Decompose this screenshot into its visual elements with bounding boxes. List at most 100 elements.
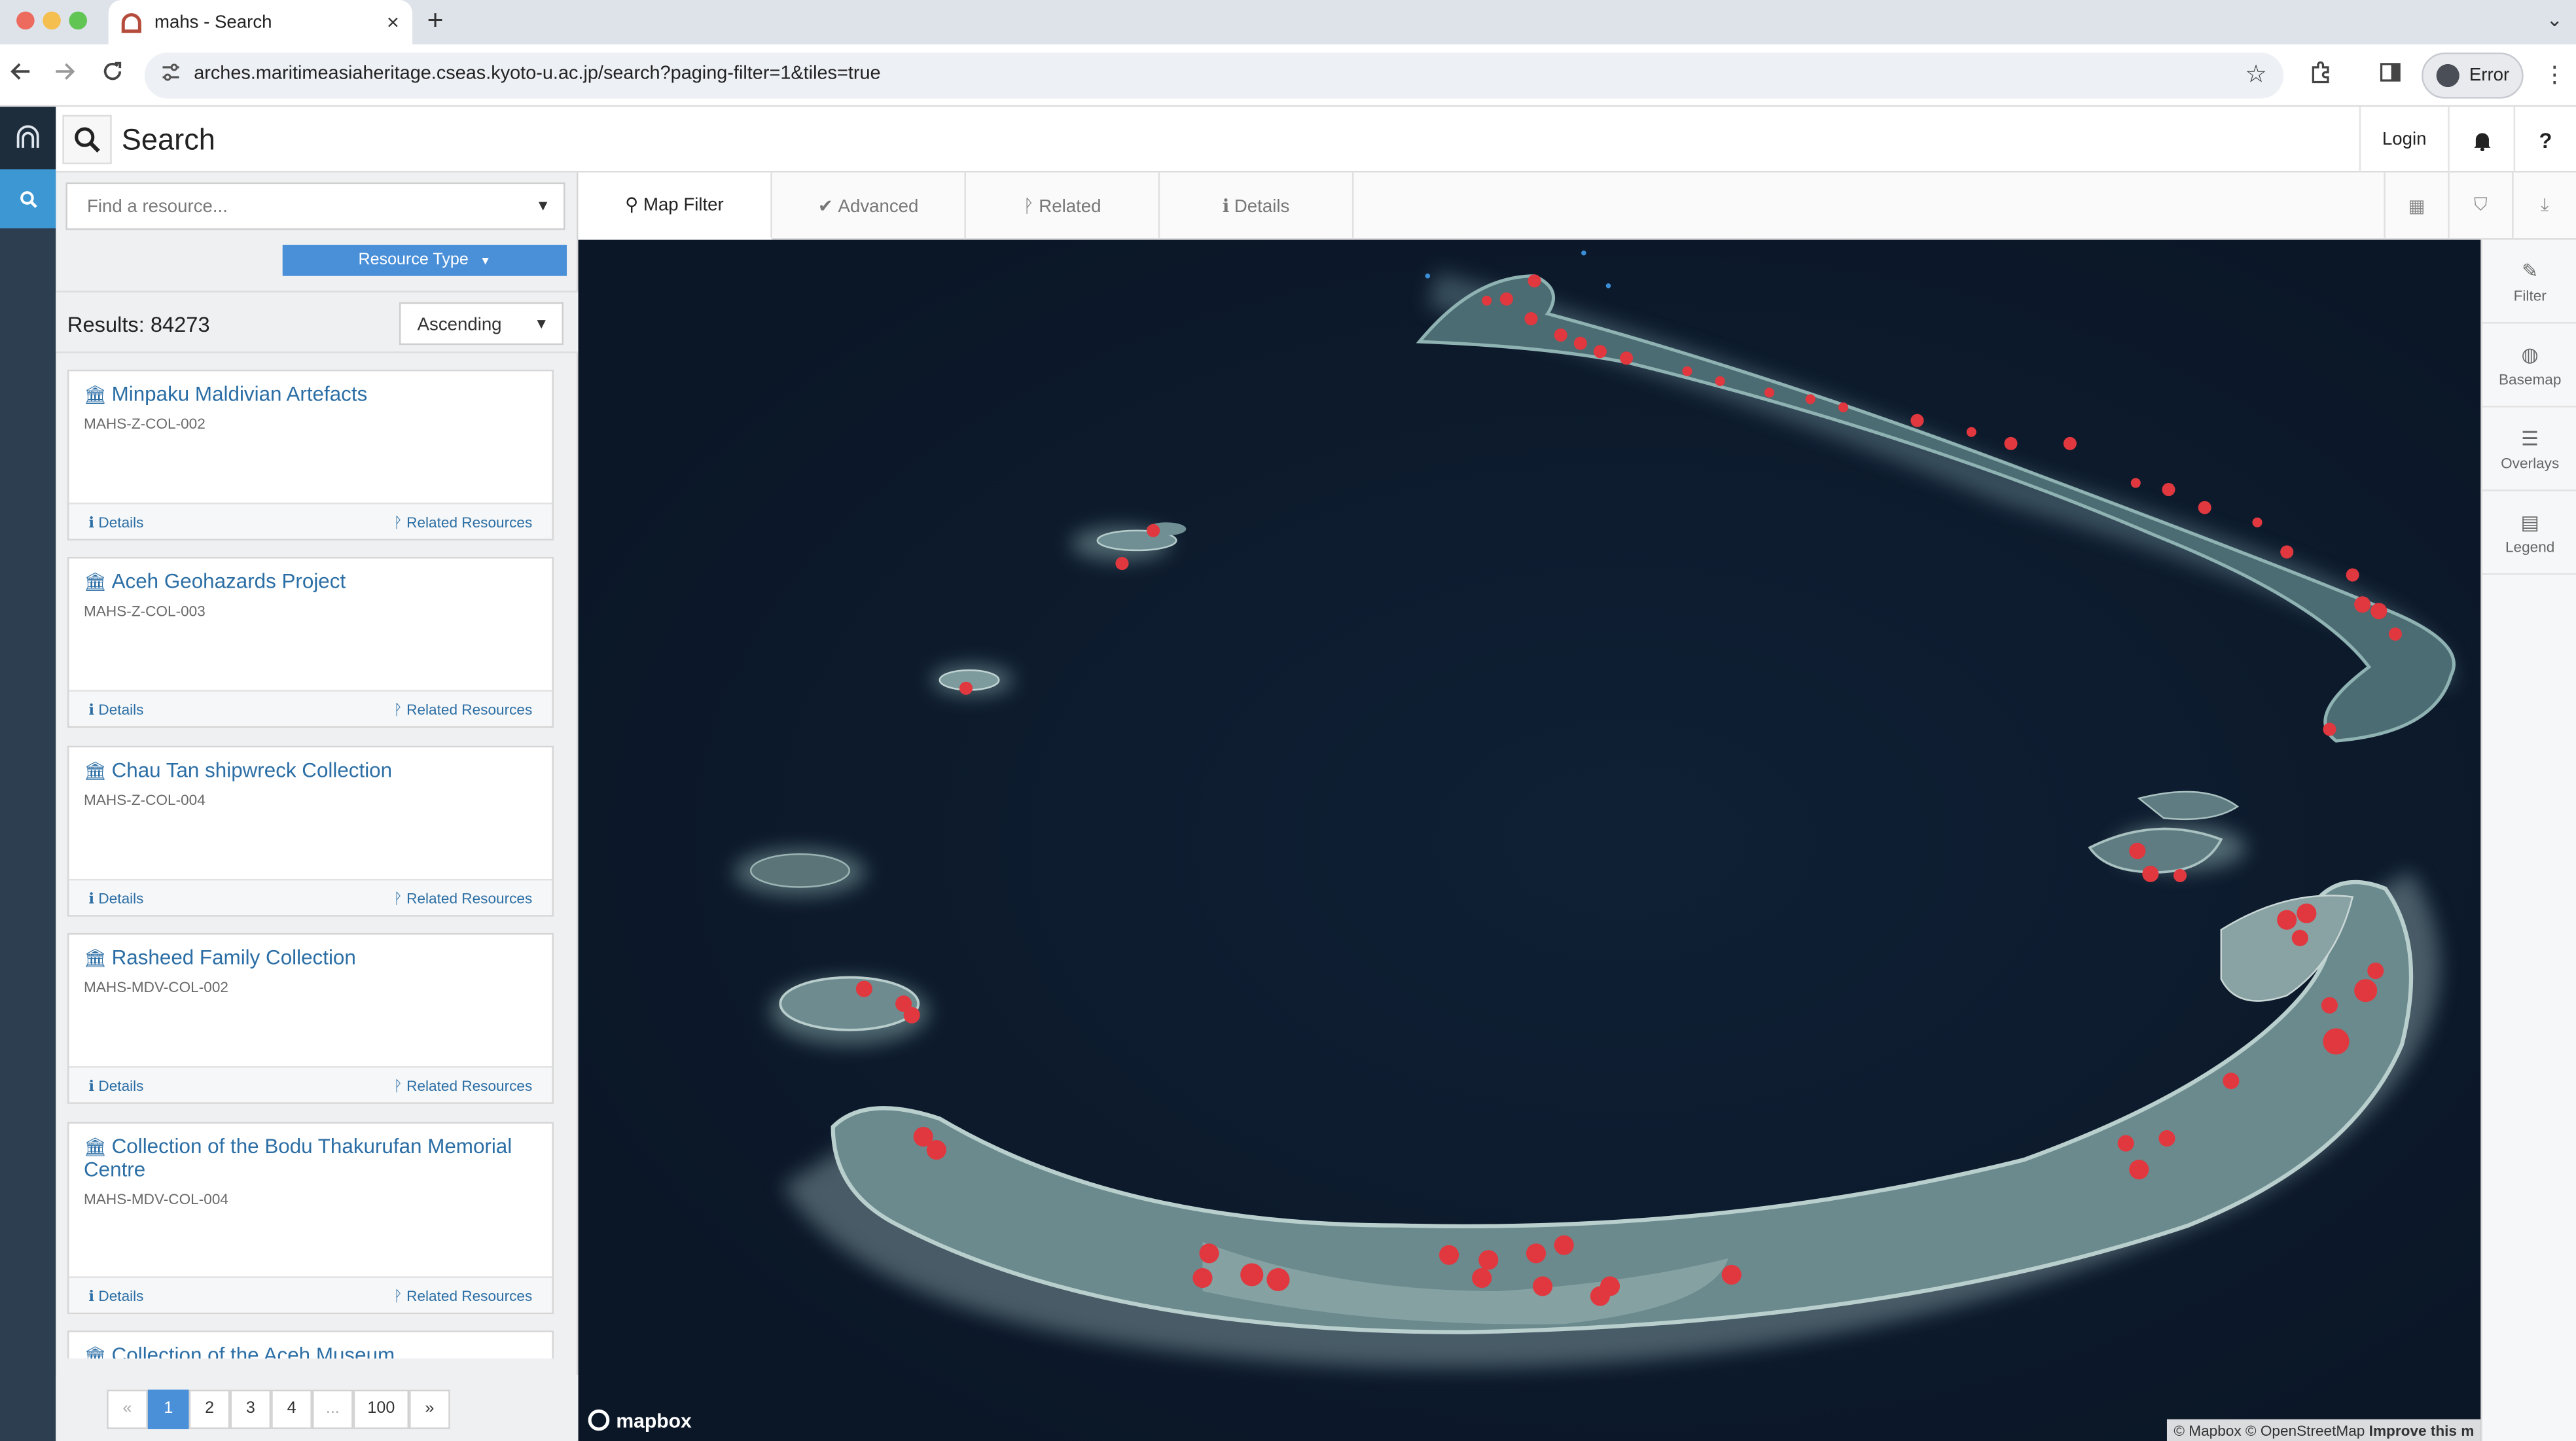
result-title-link[interactable]: 🏛 Aceh Geohazards Project [84,571,541,595]
result-title-link[interactable]: 🏛 Rasheed Family Collection [84,947,541,970]
related-resources-link[interactable]: ᚹ Related Resources [393,891,532,907]
new-tab-button[interactable]: + [427,5,444,38]
result-title-link[interactable]: 🏛 Collection of the Aceh Museum [84,1345,541,1359]
site-marker[interactable] [1439,1245,1459,1265]
back-icon[interactable] [10,61,31,89]
pagination-page[interactable]: 4 [271,1389,312,1429]
site-marker[interactable] [855,980,872,997]
site-marker[interactable] [2252,517,2263,527]
site-marker[interactable] [1620,351,1634,365]
site-marker[interactable] [1721,1264,1742,1285]
site-marker[interactable] [2063,436,2077,450]
site-marker[interactable] [1472,1268,1492,1288]
calendar-button[interactable]: ▦ [2384,172,2448,240]
site-marker[interactable] [1478,1250,1499,1270]
site-marker[interactable] [1526,1243,1547,1264]
site-marker[interactable] [1838,402,1848,413]
find-resource-input[interactable]: Find a resource... ▼ [65,182,565,230]
site-marker[interactable] [1715,376,1725,386]
site-marker[interactable] [1192,1268,1213,1288]
extensions-icon[interactable] [2310,61,2333,89]
related-resources-link[interactable]: ᚹ Related Resources [393,1288,532,1304]
browser-tab[interactable]: mahs - Search × [108,0,413,44]
details-link[interactable]: ℹ Details [89,514,144,533]
site-marker[interactable] [1910,414,1924,427]
side-panel-icon[interactable] [2379,61,2402,89]
overlays-tool[interactable]: ☰ Overlays [2482,408,2576,491]
site-marker[interactable] [2130,478,2141,488]
pagination-page[interactable]: 3 [230,1389,272,1429]
attribution-text[interactable]: © Mapbox © OpenStreetMap [2174,1422,2365,1438]
site-marker[interactable] [2354,596,2371,613]
site-marker[interactable] [2277,910,2297,930]
close-tab-icon[interactable]: × [387,10,399,35]
forward-icon[interactable] [54,61,76,89]
mapbox-logo[interactable]: mapbox [588,1408,692,1432]
site-marker[interactable] [2370,603,2388,620]
site-marker[interactable] [1764,387,1775,398]
related-resources-link[interactable]: ᚹ Related Resources [393,702,532,718]
arches-logo-icon[interactable] [0,107,56,169]
result-title-link[interactable]: 🏛 Collection of the Bodu Thakurufan Memor… [84,1136,541,1181]
tab-advanced[interactable]: ✔ Advanced [772,172,966,240]
site-marker[interactable] [2323,722,2336,736]
site-marker[interactable] [2291,929,2308,946]
pagination-page[interactable]: 100 [353,1389,410,1429]
site-marker[interactable] [2346,568,2359,582]
site-marker[interactable] [2323,1028,2350,1055]
site-marker[interactable] [2321,997,2338,1014]
site-marker[interactable] [2004,436,2018,450]
related-resources-link[interactable]: ᚹ Related Resources [393,1078,532,1094]
bookmark-button[interactable]: ⛉ [2448,172,2512,240]
details-link[interactable]: ℹ Details [89,891,144,909]
site-marker[interactable] [2367,962,2384,980]
site-marker[interactable] [2162,482,2175,497]
legend-tool[interactable]: ▤ Legend [2482,491,2576,575]
tab-map-filter[interactable]: ⚲ Map Filter [578,172,772,240]
site-marker[interactable] [2223,1073,2240,1090]
basemap-tool[interactable]: ◍ Basemap [2482,324,2576,408]
site-marker[interactable] [1499,292,1513,306]
pagination-next[interactable]: » [409,1389,450,1429]
site-marker[interactable] [1240,1263,1264,1287]
details-link[interactable]: ℹ Details [89,1288,144,1306]
result-title-link[interactable]: 🏛 Chau Tan shipwreck Collection [84,760,541,783]
site-marker[interactable] [2142,865,2159,882]
notifications-button[interactable] [2448,107,2513,173]
site-marker[interactable] [1593,345,1607,359]
help-button[interactable]: ? [2513,107,2576,173]
site-marker[interactable] [1573,336,1587,350]
site-marker[interactable] [1600,1276,1620,1296]
site-marker[interactable] [1482,295,1492,306]
site-marker[interactable] [2129,842,2146,859]
site-marker[interactable] [1266,1268,1290,1292]
site-marker[interactable] [2158,1130,2175,1147]
bookmark-star-icon[interactable]: ☆ [2245,59,2267,89]
site-marker[interactable] [1554,329,1567,342]
result-title-link[interactable]: 🏛 Minpaku Maldivian Artefacts [84,383,541,407]
window-minimize-button[interactable] [43,11,61,30]
reload-icon[interactable] [102,61,124,89]
tab-search-icon[interactable]: ⌄ [2547,9,2563,31]
site-marker[interactable] [2198,501,2211,514]
site-marker[interactable] [1682,366,1692,376]
download-button[interactable]: ⤓ [2512,172,2576,240]
site-marker[interactable] [1966,427,1977,437]
site-marker[interactable] [2388,627,2402,641]
site-marker[interactable] [1533,1276,1553,1296]
site-marker[interactable] [2117,1135,2134,1152]
address-bar[interactable]: arches.maritimeasiaheritage.cseas.kyoto-… [144,52,2284,99]
resource-type-button[interactable]: Resource Type ▼ [282,245,567,276]
site-info-icon[interactable] [161,62,181,87]
site-marker[interactable] [1199,1243,1219,1264]
browser-menu-icon[interactable]: ⋮ [2543,61,2566,89]
improve-map-link[interactable]: Improve this m [2369,1422,2475,1438]
site-marker[interactable] [2129,1160,2149,1180]
site-marker[interactable] [926,1140,946,1160]
site-marker[interactable] [1805,394,1816,404]
login-button[interactable]: Login [2359,107,2448,173]
sort-select[interactable]: Ascending ▼ [399,302,564,346]
site-marker[interactable] [1554,1235,1574,1255]
site-marker[interactable] [1147,524,1160,537]
related-resources-link[interactable]: ᚹ Related Resources [393,514,532,531]
